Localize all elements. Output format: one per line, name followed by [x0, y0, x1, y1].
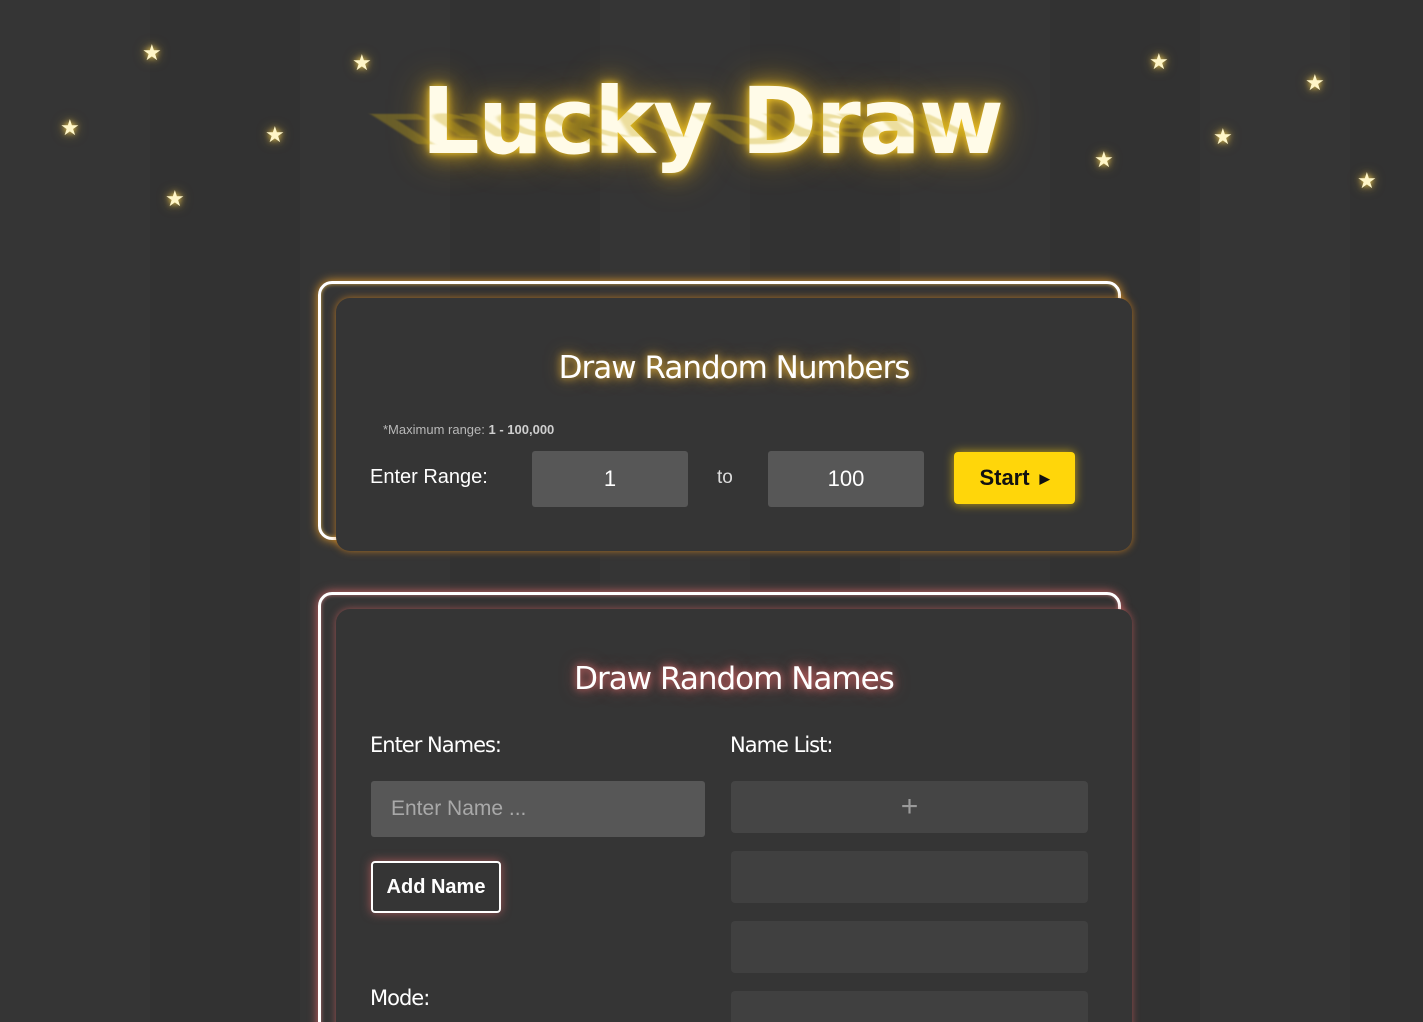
page-title: Lucky Draw	[421, 68, 1004, 175]
star-icon: ★	[165, 186, 185, 211]
draw-numbers-title: Draw Random Numbers	[558, 350, 911, 386]
chevron-right-icon: ▶	[1039, 471, 1050, 486]
max-range-hint-label: *Maximum range:	[383, 422, 485, 437]
range-to-input[interactable]	[768, 451, 924, 507]
mode-label: Mode:	[370, 986, 430, 1010]
max-range-hint-value: 1 - 100,000	[488, 422, 555, 437]
enter-names-label: Enter Names:	[370, 733, 502, 757]
start-button-label: Start	[979, 465, 1030, 490]
draw-numbers-card-panel: Draw Random Numbers *Maximum range: 1 - …	[336, 298, 1132, 551]
start-button[interactable]: Start ▶	[954, 452, 1075, 504]
add-name-slot-button[interactable]: +	[731, 781, 1088, 833]
name-list-slot	[731, 851, 1088, 903]
name-list-slot	[731, 921, 1088, 973]
star-icon: ★	[142, 40, 162, 65]
name-input[interactable]	[371, 781, 705, 837]
draw-numbers-card: Draw Random Numbers *Maximum range: 1 - …	[318, 281, 1132, 551]
range-to-label: to	[717, 467, 733, 488]
name-list-slot	[731, 991, 1088, 1022]
add-name-button[interactable]: Add Name	[371, 861, 501, 913]
draw-names-title: Draw Random Names	[574, 661, 895, 697]
enter-range-label: Enter Range:	[370, 466, 488, 488]
draw-names-card: Draw Random Names Enter Names: Name List…	[318, 592, 1132, 1022]
plus-icon: +	[900, 790, 919, 823]
draw-names-card-panel: Draw Random Names Enter Names: Name List…	[336, 609, 1132, 1022]
name-list-label: Name List:	[730, 733, 833, 757]
range-from-input[interactable]	[532, 451, 688, 507]
max-range-hint: *Maximum range: 1 - 100,000	[383, 422, 554, 437]
